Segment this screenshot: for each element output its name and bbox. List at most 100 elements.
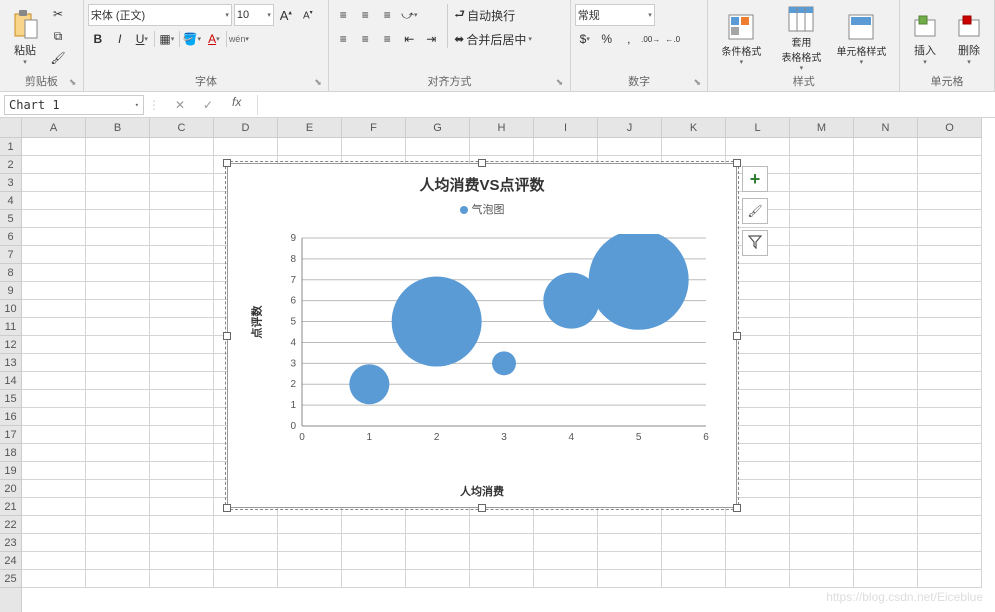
column-header-M[interactable]: M	[790, 118, 854, 137]
row-header-13[interactable]: 13	[0, 354, 21, 372]
copy-button[interactable]: ⧉	[48, 26, 68, 46]
align-top-button[interactable]: ≡	[333, 5, 353, 25]
bold-button[interactable]: B	[88, 29, 108, 49]
number-format-select[interactable]: 常规 ▾	[575, 4, 655, 26]
row-header-23[interactable]: 23	[0, 534, 21, 552]
row-header-22[interactable]: 22	[0, 516, 21, 534]
row-header-4[interactable]: 4	[0, 192, 21, 210]
increase-font-button[interactable]: A▴	[276, 5, 296, 25]
chart-title[interactable]: 人均消费VS点评数	[228, 164, 736, 195]
delete-button[interactable]: 删除 ▾	[948, 4, 990, 72]
row-header-8[interactable]: 8	[0, 264, 21, 282]
column-header-K[interactable]: K	[662, 118, 726, 137]
resize-handle-ml[interactable]	[223, 332, 231, 340]
column-header-E[interactable]: E	[278, 118, 342, 137]
align-launcher[interactable]: ⬊	[556, 77, 566, 87]
row-header-5[interactable]: 5	[0, 210, 21, 228]
underline-button[interactable]: U▾	[132, 29, 152, 49]
resize-handle-tr[interactable]	[733, 159, 741, 167]
row-header-1[interactable]: 1	[0, 138, 21, 156]
format-painter-button[interactable]: 🖌	[48, 48, 68, 68]
align-right-button[interactable]: ≡	[377, 29, 397, 49]
bubble-point[interactable]	[589, 234, 689, 330]
font-launcher[interactable]: ⬊	[314, 77, 324, 87]
decrease-font-button[interactable]: A▾	[298, 5, 318, 25]
row-header-6[interactable]: 6	[0, 228, 21, 246]
row-header-10[interactable]: 10	[0, 300, 21, 318]
percent-button[interactable]: %	[597, 29, 617, 49]
enter-formula-button[interactable]: ✓	[198, 95, 218, 115]
resize-handle-mr[interactable]	[733, 332, 741, 340]
format-table-button[interactable]: 套用 表格格式 ▾	[772, 4, 830, 72]
row-header-2[interactable]: 2	[0, 156, 21, 174]
cut-button[interactable]: ✂	[48, 4, 68, 24]
font-size-select[interactable]: 10 ▾	[234, 4, 274, 26]
comma-button[interactable]: ,	[619, 29, 639, 49]
insert-button[interactable]: 插入 ▾	[904, 4, 946, 72]
font-name-select[interactable]: 宋体 (正文) ▾	[88, 4, 232, 26]
formula-input[interactable]	[257, 95, 995, 115]
column-header-H[interactable]: H	[470, 118, 534, 137]
row-header-21[interactable]: 21	[0, 498, 21, 516]
column-header-A[interactable]: A	[22, 118, 86, 137]
decrease-indent-button[interactable]: ⇤	[399, 29, 419, 49]
align-bottom-button[interactable]: ≡	[377, 5, 397, 25]
column-header-B[interactable]: B	[86, 118, 150, 137]
cell-styles-button[interactable]: 单元格样式 ▾	[832, 4, 890, 72]
row-header-18[interactable]: 18	[0, 444, 21, 462]
row-header-11[interactable]: 11	[0, 318, 21, 336]
chart-legend[interactable]: 气泡图	[228, 195, 736, 223]
column-header-L[interactable]: L	[726, 118, 790, 137]
row-header-24[interactable]: 24	[0, 552, 21, 570]
bubble-point[interactable]	[492, 351, 516, 375]
resize-handle-tm[interactable]	[478, 159, 486, 167]
currency-button[interactable]: $▾	[575, 29, 595, 49]
decrease-decimal-button[interactable]: ←.0	[663, 29, 683, 49]
row-header-20[interactable]: 20	[0, 480, 21, 498]
fill-color-button[interactable]: 🪣▾	[182, 29, 202, 49]
font-color-button[interactable]: A▾	[204, 29, 224, 49]
clipboard-launcher[interactable]: ⬊	[69, 77, 79, 87]
column-header-O[interactable]: O	[918, 118, 982, 137]
italic-button[interactable]: I	[110, 29, 130, 49]
chart-styles-button[interactable]: 🖌	[742, 198, 768, 224]
column-header-C[interactable]: C	[150, 118, 214, 137]
chart-filters-button[interactable]	[742, 230, 768, 256]
row-header-16[interactable]: 16	[0, 408, 21, 426]
resize-handle-br[interactable]	[733, 504, 741, 512]
row-header-17[interactable]: 17	[0, 426, 21, 444]
paste-button[interactable]: 粘贴 ▾	[4, 4, 46, 72]
row-header-19[interactable]: 19	[0, 462, 21, 480]
resize-handle-tl[interactable]	[223, 159, 231, 167]
conditional-format-button[interactable]: 条件格式 ▾	[712, 4, 770, 72]
number-launcher[interactable]: ⬊	[693, 77, 703, 87]
orientation-button[interactable]: ⤻▾	[399, 5, 419, 25]
cancel-formula-button[interactable]: ✕	[170, 95, 190, 115]
y-axis-title[interactable]: 点评数	[249, 306, 265, 339]
resize-handle-bl[interactable]	[223, 504, 231, 512]
column-header-J[interactable]: J	[598, 118, 662, 137]
column-header-G[interactable]: G	[406, 118, 470, 137]
wrap-text-button[interactable]: ⮐ 自动换行	[454, 4, 532, 26]
increase-decimal-button[interactable]: .00→	[641, 29, 661, 49]
row-header-12[interactable]: 12	[0, 336, 21, 354]
row-header-9[interactable]: 9	[0, 282, 21, 300]
align-middle-button[interactable]: ≡	[355, 5, 375, 25]
phonetic-button[interactable]: wén▾	[229, 29, 249, 49]
column-header-F[interactable]: F	[342, 118, 406, 137]
bubble-point[interactable]	[392, 277, 482, 367]
row-header-7[interactable]: 7	[0, 246, 21, 264]
chart-elements-button[interactable]: +	[742, 166, 768, 192]
row-header-15[interactable]: 15	[0, 390, 21, 408]
increase-indent-button[interactable]: ⇥	[421, 29, 441, 49]
align-left-button[interactable]: ≡	[333, 29, 353, 49]
name-box[interactable]: Chart 1 ▾	[4, 95, 144, 115]
column-header-I[interactable]: I	[534, 118, 598, 137]
resize-handle-bm[interactable]	[478, 504, 486, 512]
align-center-button[interactable]: ≡	[355, 29, 375, 49]
merge-center-button[interactable]: ⬌ 合并后居中 ▾	[454, 28, 532, 50]
row-header-25[interactable]: 25	[0, 570, 21, 588]
x-axis-title[interactable]: 人均消费	[228, 483, 736, 499]
chart-object[interactable]: 人均消费VS点评数 气泡图 点评数 人均消费 01234567890123456	[227, 163, 737, 508]
bubble-point[interactable]	[349, 364, 389, 404]
